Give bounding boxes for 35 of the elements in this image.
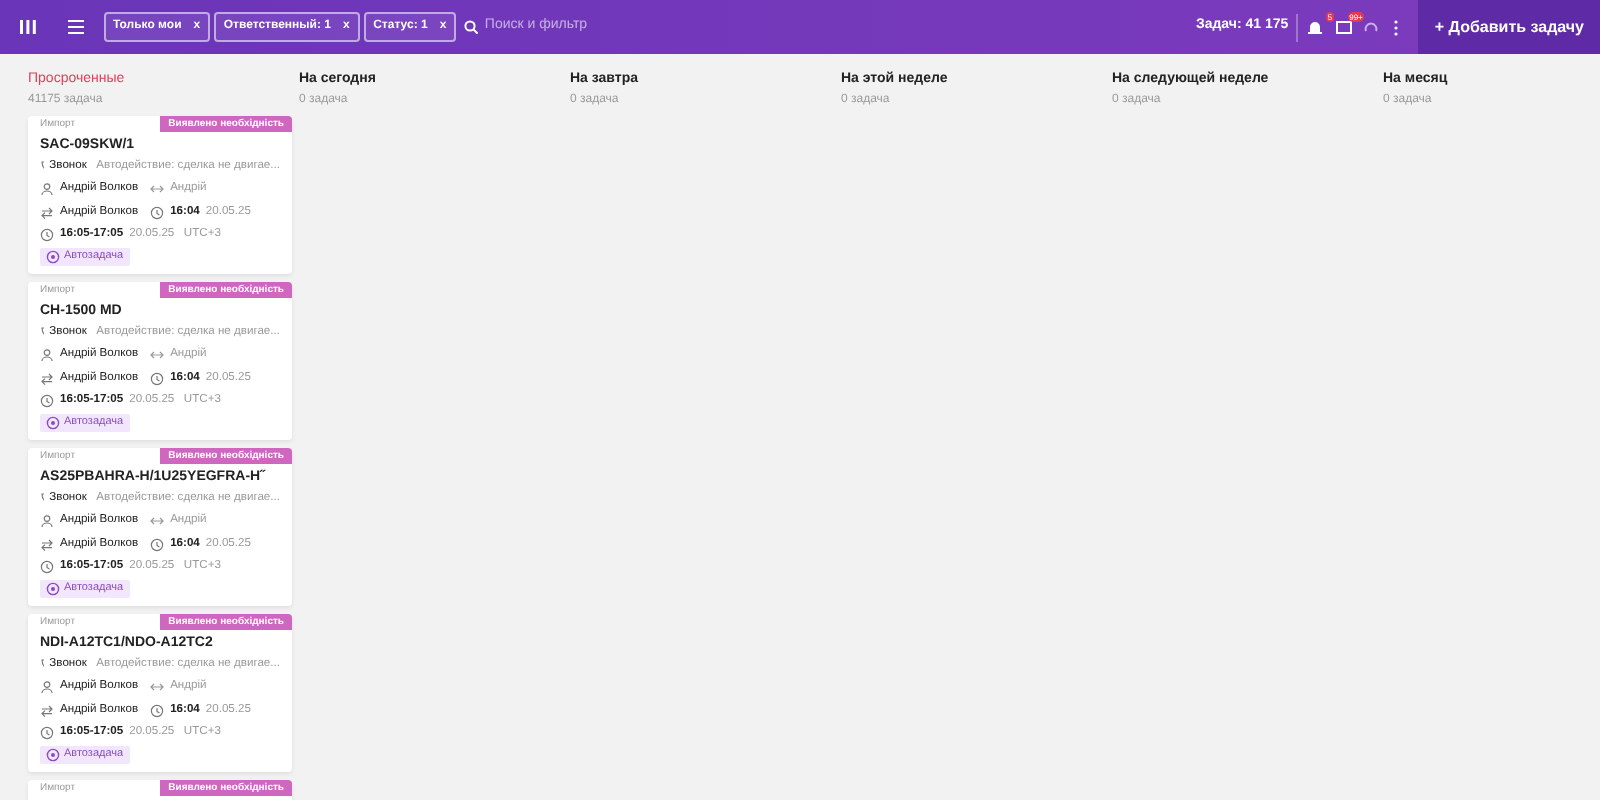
swap-icon [40, 537, 54, 552]
gear-icon [46, 581, 60, 595]
inbox-icon [1336, 20, 1353, 34]
clock-icon [40, 560, 54, 575]
gear-icon [46, 249, 60, 263]
person-icon [40, 514, 54, 529]
gauge-icon [1364, 20, 1379, 34]
person-icon [40, 680, 54, 695]
clock-icon [150, 371, 165, 386]
notifications-button[interactable] [1304, 17, 1325, 37]
add-task-button[interactable]: + Добавить задачу [1418, 0, 1600, 54]
person-icon [40, 182, 54, 197]
gear-icon [46, 747, 60, 761]
arrows-icon [150, 680, 165, 695]
arrows-icon [150, 514, 165, 529]
inbox-button[interactable] [1334, 17, 1355, 37]
clock-icon [150, 205, 165, 220]
menu-icon [67, 20, 83, 34]
arrows-icon [150, 182, 165, 197]
swap-icon [40, 371, 54, 386]
person-icon [40, 348, 54, 363]
clock-icon [40, 394, 54, 409]
bell-icon [1307, 19, 1322, 35]
swap-icon [40, 205, 54, 220]
kebab-icon [1394, 19, 1399, 35]
arrows-icon [150, 348, 165, 363]
columns-icon [19, 20, 35, 34]
clock-icon [150, 537, 165, 552]
swap-icon [40, 703, 54, 718]
search-icon [463, 20, 478, 34]
clock-icon [150, 703, 165, 718]
gear-icon [46, 415, 60, 429]
timer-button[interactable] [1361, 17, 1382, 37]
clock-icon [40, 726, 54, 741]
clock-icon [40, 228, 54, 243]
